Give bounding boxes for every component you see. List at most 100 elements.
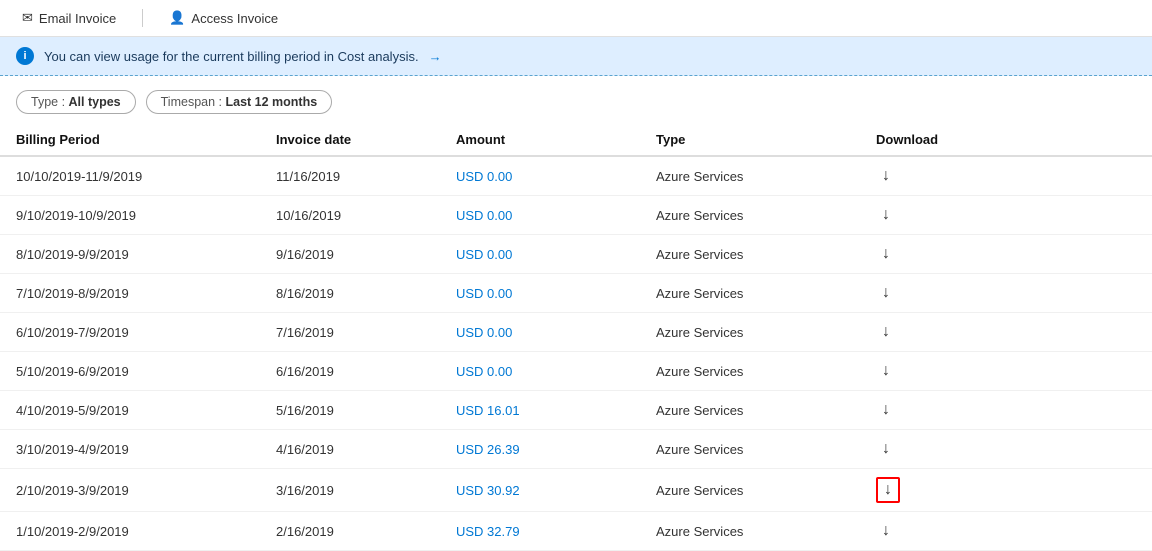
cost-analysis-link[interactable]: → <box>429 49 442 64</box>
timespan-filter-label: Timespan : <box>161 95 226 109</box>
billing-period-cell: 9/10/2019-10/9/2019 <box>0 196 260 235</box>
toolbar: ✉ Email Invoice 👤 Access Invoice <box>0 0 1152 37</box>
amount-link[interactable]: USD 32.79 <box>456 524 520 539</box>
amount-link[interactable]: USD 16.01 <box>456 403 520 418</box>
amount-cell: USD 0.00 <box>440 352 640 391</box>
download-cell: ↓ <box>860 274 1152 313</box>
access-invoice-label: Access Invoice <box>191 11 278 26</box>
billing-period-cell: 10/10/2019-11/9/2019 <box>0 156 260 196</box>
amount-cell: USD 0.00 <box>440 274 640 313</box>
col-header-type: Type <box>640 124 860 156</box>
amount-cell: USD 26.39 <box>440 430 640 469</box>
type-cell: Azure Services <box>640 313 860 352</box>
table-row: 6/10/2019-7/9/20197/16/2019USD 0.00Azure… <box>0 313 1152 352</box>
invoice-date-cell: 4/16/2019 <box>260 430 440 469</box>
download-button[interactable]: ↓ <box>876 165 896 187</box>
amount-link[interactable]: USD 0.00 <box>456 247 512 262</box>
download-button[interactable]: ↓ <box>876 243 896 265</box>
download-cell: ↓ <box>860 469 1152 512</box>
invoices-table: Billing Period Invoice date Amount Type … <box>0 124 1152 551</box>
type-filter-value: All types <box>69 95 121 109</box>
type-cell: Azure Services <box>640 430 860 469</box>
download-button[interactable]: ↓ <box>876 399 896 421</box>
download-cell: ↓ <box>860 313 1152 352</box>
invoice-date-cell: 8/16/2019 <box>260 274 440 313</box>
table-row: 8/10/2019-9/9/20199/16/2019USD 0.00Azure… <box>0 235 1152 274</box>
billing-period-cell: 1/10/2019-2/9/2019 <box>0 512 260 551</box>
amount-cell: USD 16.01 <box>440 391 640 430</box>
download-cell: ↓ <box>860 430 1152 469</box>
amount-link[interactable]: USD 0.00 <box>456 364 512 379</box>
info-icon: i <box>16 47 34 65</box>
type-cell: Azure Services <box>640 274 860 313</box>
amount-link[interactable]: USD 0.00 <box>456 325 512 340</box>
billing-period-cell: 5/10/2019-6/9/2019 <box>0 352 260 391</box>
billing-period-cell: 4/10/2019-5/9/2019 <box>0 391 260 430</box>
download-cell: ↓ <box>860 196 1152 235</box>
invoice-date-cell: 3/16/2019 <box>260 469 440 512</box>
download-cell: ↓ <box>860 352 1152 391</box>
table-row: 3/10/2019-4/9/20194/16/2019 USD 26.39 Azur… <box>0 430 1152 469</box>
invoice-date-cell: 11/16/2019 <box>260 156 440 196</box>
table-row: 2/10/2019-3/9/20193/16/2019 USD 30.92 Azur… <box>0 469 1152 512</box>
amount-cell: USD 32.79 <box>440 512 640 551</box>
type-filter[interactable]: Type : All types <box>16 90 136 114</box>
table-row: 4/10/2019-5/9/20195/16/2019 USD 16.01 Azur… <box>0 391 1152 430</box>
billing-period-cell: 8/10/2019-9/9/2019 <box>0 235 260 274</box>
timespan-filter-value: Last 12 months <box>225 95 317 109</box>
col-header-billing: Billing Period <box>0 124 260 156</box>
billing-period-cell: 3/10/2019-4/9/2019 <box>0 430 260 469</box>
timespan-filter[interactable]: Timespan : Last 12 months <box>146 90 333 114</box>
download-cell: ↓ <box>860 156 1152 196</box>
amount-link[interactable]: USD 30.92 <box>456 483 520 498</box>
type-cell: Azure Services <box>640 196 860 235</box>
table-row: 10/10/2019-11/9/201911/16/2019 USD 0.00 Az… <box>0 156 1152 196</box>
access-invoice-button[interactable]: 👤 Access Invoice <box>163 6 284 30</box>
amount-cell: USD 0.00 <box>440 156 640 196</box>
download-button[interactable]: ↓ <box>876 321 896 343</box>
info-banner: i You can view usage for the current bil… <box>0 37 1152 76</box>
download-cell: ↓ <box>860 391 1152 430</box>
invoice-date-cell: 9/16/2019 <box>260 235 440 274</box>
email-invoice-button[interactable]: ✉ Email Invoice <box>16 6 122 30</box>
download-cell: ↓ <box>860 512 1152 551</box>
amount-link[interactable]: USD 26.39 <box>456 442 520 457</box>
download-button[interactable]: ↓ <box>876 360 896 382</box>
col-header-amount: Amount <box>440 124 640 156</box>
table-row: 9/10/2019-10/9/201910/16/2019USD 0.00Azu… <box>0 196 1152 235</box>
banner-message: You can view usage for the current billi… <box>44 49 419 64</box>
col-header-invoice-date: Invoice date <box>260 124 440 156</box>
table-row: 7/10/2019-8/9/20198/16/2019USD 0.00Azure… <box>0 274 1152 313</box>
download-button[interactable]: ↓ <box>876 282 896 304</box>
table-row: 5/10/2019-6/9/20196/16/2019 USD 0.00 Azure… <box>0 352 1152 391</box>
invoice-date-cell: 2/16/2019 <box>260 512 440 551</box>
download-button[interactable]: ↓ <box>876 520 896 542</box>
table-header-row: Billing Period Invoice date Amount Type … <box>0 124 1152 156</box>
amount-link[interactable]: USD 0.00 <box>456 286 512 301</box>
type-cell: Azure Services <box>640 469 860 512</box>
person-icon: 👤 <box>169 10 185 26</box>
filter-row: Type : All types Timespan : Last 12 mont… <box>0 76 1152 124</box>
amount-link[interactable]: USD 0.00 <box>456 208 512 223</box>
col-header-download: Download <box>860 124 1152 156</box>
invoice-date-cell: 6/16/2019 <box>260 352 440 391</box>
download-button[interactable]: ↓ <box>876 477 900 503</box>
type-cell: Azure Services <box>640 352 860 391</box>
amount-cell: USD 0.00 <box>440 235 640 274</box>
type-cell: Azure Services <box>640 512 860 551</box>
download-button[interactable]: ↓ <box>876 204 896 226</box>
type-cell: Azure Services <box>640 156 860 196</box>
table-row: 1/10/2019-2/9/20192/16/2019 USD 32.79 Azur… <box>0 512 1152 551</box>
invoice-date-cell: 5/16/2019 <box>260 391 440 430</box>
toolbar-divider <box>142 9 143 27</box>
billing-period-cell: 2/10/2019-3/9/2019 <box>0 469 260 512</box>
type-cell: Azure Services <box>640 391 860 430</box>
amount-cell: USD 0.00 <box>440 196 640 235</box>
email-invoice-label: Email Invoice <box>39 11 116 26</box>
download-button[interactable]: ↓ <box>876 438 896 460</box>
invoice-date-cell: 7/16/2019 <box>260 313 440 352</box>
email-icon: ✉ <box>22 10 33 26</box>
amount-cell: USD 30.92 <box>440 469 640 512</box>
amount-link[interactable]: USD 0.00 <box>456 169 512 184</box>
amount-cell: USD 0.00 <box>440 313 640 352</box>
